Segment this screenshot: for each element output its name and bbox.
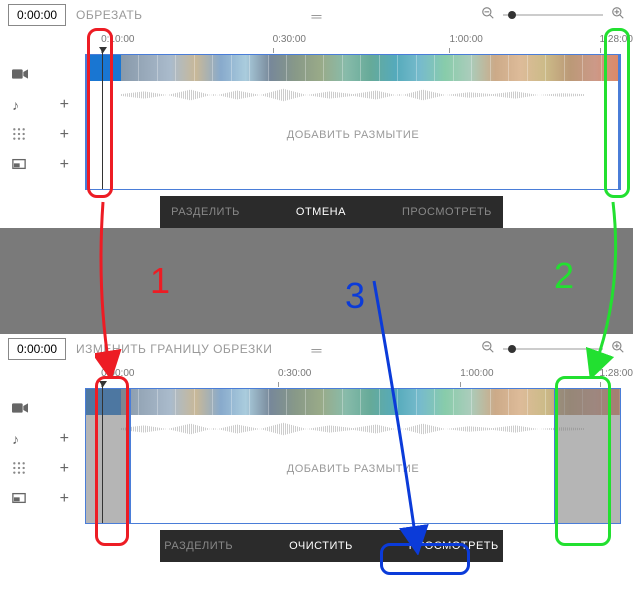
card-track[interactable] — [86, 161, 620, 189]
preview-button[interactable]: ПРОСМОТРЕТЬ — [394, 202, 500, 222]
split-button[interactable]: РАЗДЕЛИТЬ — [156, 536, 241, 556]
audio-track[interactable] — [86, 415, 620, 443]
panel-trim: 0:00:00 ОБРЕЗАТЬ ═ ♪ + — [0, 0, 633, 228]
trim-handle-left[interactable] — [129, 389, 137, 523]
zoom-out-icon[interactable] — [481, 340, 495, 359]
trim-handle-left[interactable] — [86, 55, 94, 189]
time-display: 0:00:00 — [8, 338, 66, 360]
audio-track[interactable] — [86, 81, 620, 109]
panel-edit-trim: 0:00:00 ИЗМЕНИТЬ ГРАНИЦУ ОБРЕЗКИ ═ ♪ + — [0, 334, 633, 562]
blur-track-icon — [12, 461, 26, 478]
ruler-mark: 1:28:00 — [600, 34, 633, 45]
ruler-mark: 0:30:00 — [273, 34, 306, 45]
audio-track-icon: ♪ — [12, 431, 19, 447]
add-card-icon[interactable]: + — [60, 156, 69, 174]
add-audio-icon[interactable]: + — [60, 430, 69, 448]
video-thumbnails — [121, 55, 620, 81]
clear-button[interactable]: ОЧИСТИТЬ — [281, 536, 361, 556]
ruler-mark: 0:00:00 — [101, 368, 134, 379]
drag-handle-icon[interactable]: ═ — [312, 8, 322, 24]
zoom-in-icon[interactable] — [611, 340, 625, 359]
action-bar: РАЗДЕЛИТЬ ОТМЕНА ПРОСМОТРЕТЬ — [160, 196, 503, 228]
panel-title: ОБРЕЗАТЬ — [76, 8, 142, 22]
video-track[interactable] — [86, 389, 620, 415]
time-ruler: 0:00:00 0:30:00 1:00:00 1:28:00 — [85, 364, 621, 388]
card-track[interactable] — [86, 495, 620, 523]
preview-button[interactable]: ПРОСМОТРЕТЬ — [401, 536, 507, 556]
ruler-mark: 0:30:00 — [278, 368, 311, 379]
blur-track[interactable]: ДОБАВИТЬ РАЗМЫТИЕ — [86, 109, 620, 161]
zoom-slider[interactable] — [503, 14, 603, 16]
add-blur-icon[interactable]: + — [60, 460, 69, 478]
zoom-in-icon[interactable] — [611, 6, 625, 25]
ruler-mark: 1:00:00 — [449, 34, 482, 45]
cancel-button[interactable]: ОТМЕНА — [288, 202, 354, 222]
video-track-icon — [12, 67, 28, 83]
time-ruler: 0:10:00 0:30:00 1:00:00 1:28:00 — [85, 30, 621, 54]
video-thumbnails — [121, 389, 620, 415]
add-blur-icon[interactable]: + — [60, 126, 69, 144]
ruler-mark: 0:10:00 — [101, 34, 134, 45]
ruler-mark: 1:00:00 — [460, 368, 493, 379]
blur-track[interactable]: ДОБАВИТЬ РАЗМЫТИЕ — [86, 443, 620, 495]
ruler-mark: 1:28:00 — [600, 368, 633, 379]
blur-track-icon — [12, 127, 26, 144]
panel-title: ИЗМЕНИТЬ ГРАНИЦУ ОБРЕЗКИ — [76, 342, 272, 356]
video-track-icon — [12, 401, 28, 417]
add-audio-icon[interactable]: + — [60, 96, 69, 114]
playhead[interactable] — [102, 381, 103, 523]
timeline[interactable]: 0:00:00 0:30:00 1:00:00 1:28:00 ДОБАВИТЬ… — [85, 364, 633, 524]
track-sidebar: ♪ + + + — [0, 30, 85, 190]
video-track[interactable] — [86, 55, 620, 81]
playhead[interactable] — [102, 47, 103, 189]
split-button[interactable]: РАЗДЕЛИТЬ — [163, 202, 248, 222]
action-bar: РАЗДЕЛИТЬ ОЧИСТИТЬ ПРОСМОТРЕТЬ — [160, 530, 503, 562]
trim-handle-right[interactable] — [548, 389, 556, 523]
card-track-icon — [12, 157, 26, 173]
zoom-slider[interactable] — [503, 348, 603, 350]
track-sidebar: ♪ + + + — [0, 364, 85, 524]
time-display: 0:00:00 — [8, 4, 66, 26]
zoom-out-icon[interactable] — [481, 6, 495, 25]
separator-band — [0, 228, 633, 334]
trim-handle-right[interactable] — [612, 55, 620, 189]
add-card-icon[interactable]: + — [60, 490, 69, 508]
drag-handle-icon[interactable]: ═ — [312, 342, 322, 358]
timeline[interactable]: 0:10:00 0:30:00 1:00:00 1:28:00 ДОБАВИТЬ… — [85, 30, 633, 190]
card-track-icon — [12, 491, 26, 507]
audio-track-icon: ♪ — [12, 97, 19, 113]
